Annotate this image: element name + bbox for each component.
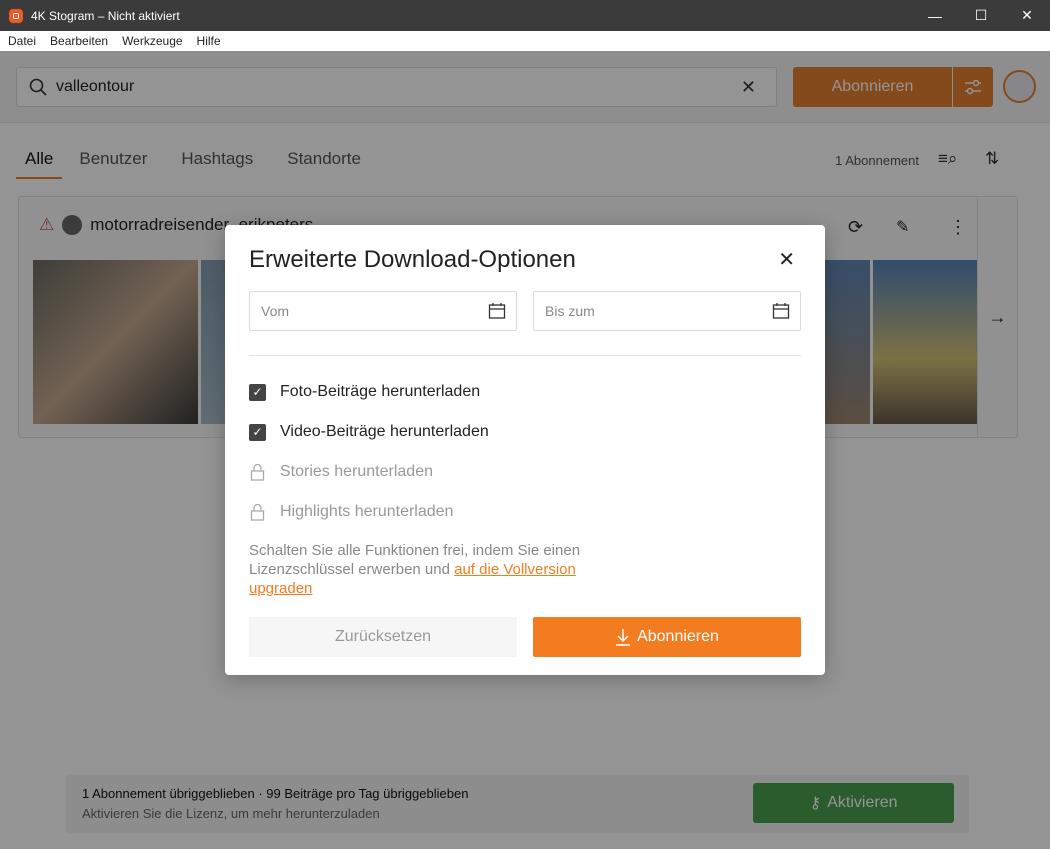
subscribe-button[interactable]: Abonnieren	[793, 67, 952, 107]
date-to-input[interactable]: Bis zum	[533, 291, 801, 331]
menu-datei[interactable]: Datei	[8, 34, 36, 48]
tab-benutzer[interactable]: Benutzer	[70, 149, 164, 179]
filter-tabs: Alle Benutzer Hashtags Standorte	[16, 149, 386, 179]
option-label: Foto-Beiträge herunterladen	[280, 383, 481, 400]
license-footer: 1 Abonnement übriggeblieben · 99 Beiträg…	[66, 775, 969, 833]
tab-hashtags[interactable]: Hashtags	[172, 149, 270, 179]
activate-button[interactable]: ⚷ Aktivieren	[753, 783, 954, 823]
top-bar: valleontour ✕ Abonnieren	[0, 51, 1050, 123]
filter-settings-button[interactable]	[953, 67, 993, 107]
search-input[interactable]: valleontour ✕	[16, 67, 777, 107]
option-label: Video-Beiträge herunterladen	[280, 423, 489, 440]
close-window-button[interactable]: ✕	[1004, 0, 1050, 31]
lock-icon	[250, 463, 265, 481]
reset-button[interactable]: Zurücksetzen	[249, 617, 517, 657]
search-list-icon[interactable]: ≡⌕	[938, 149, 957, 169]
minimize-button[interactable]: —	[912, 0, 958, 31]
close-dialog-button[interactable]: ✕	[778, 247, 795, 272]
tab-alle[interactable]: Alle	[16, 149, 63, 179]
search-icon	[29, 78, 47, 96]
option-photos[interactable]: ✓ Foto-Beiträge herunterladen	[249, 383, 480, 401]
title-bar: 4K Stogram – Nicht aktiviert — ☐ ✕	[0, 0, 1050, 31]
warning-icon: ⚠	[39, 215, 55, 234]
sort-icon[interactable]: ⇅	[985, 149, 999, 169]
thumbnail[interactable]	[873, 260, 978, 424]
menu-bar: Datei Bearbeiten Werkzeuge Hilfe	[0, 31, 1050, 51]
account-avatar[interactable]	[1003, 70, 1036, 103]
menu-hilfe[interactable]: Hilfe	[197, 34, 221, 48]
next-arrow-icon[interactable]: →	[977, 197, 1017, 437]
search-value: valleontour	[56, 78, 135, 95]
tab-standorte[interactable]: Standorte	[278, 149, 378, 179]
user-avatar	[62, 215, 83, 235]
checkbox-checked-icon[interactable]: ✓	[249, 423, 266, 441]
dialog-title: Erweiterte Download-Optionen	[249, 246, 576, 273]
pin-icon[interactable]: ✎	[896, 217, 909, 237]
activate-hint: Aktivieren Sie die Lizenz, um mehr herun…	[82, 806, 380, 821]
option-label: Highlights herunterladen	[280, 503, 454, 520]
option-stories: Stories herunterladen	[249, 463, 433, 481]
menu-bearbeiten[interactable]: Bearbeiten	[50, 34, 108, 48]
app-logo-icon	[9, 8, 23, 23]
more-icon[interactable]: ⋮	[949, 217, 967, 238]
checkbox-checked-icon[interactable]: ✓	[249, 383, 266, 401]
option-videos[interactable]: ✓ Video-Beiträge herunterladen	[249, 423, 489, 441]
menu-werkzeuge[interactable]: Werkzeuge	[122, 34, 182, 48]
maximize-button[interactable]: ☐	[958, 0, 1004, 31]
date-from-input[interactable]: Vom	[249, 291, 517, 331]
option-highlights: Highlights herunterladen	[249, 503, 453, 521]
calendar-icon[interactable]	[488, 302, 506, 320]
window-title: 4K Stogram – Nicht aktiviert	[31, 8, 180, 23]
dialog-subscribe-label: Abonnieren	[637, 628, 719, 645]
download-icon	[616, 629, 631, 646]
remaining-info: 1 Abonnement übriggeblieben · 99 Beiträg…	[82, 786, 469, 801]
key-icon: ⚷	[809, 795, 822, 812]
dialog-subscribe-button[interactable]: Abonnieren	[533, 617, 801, 657]
clear-search-button[interactable]: ✕	[741, 77, 756, 98]
activate-label: Aktivieren	[827, 794, 898, 811]
subscription-count: 1 Abonnement	[835, 153, 919, 168]
refresh-icon[interactable]: ⟳	[848, 217, 863, 238]
calendar-icon[interactable]	[772, 302, 790, 320]
option-label: Stories herunterladen	[280, 463, 433, 480]
date-to-placeholder: Bis zum	[545, 303, 595, 319]
thumbnail[interactable]	[33, 260, 198, 424]
upgrade-note: Schalten Sie alle Funktionen frei, indem…	[249, 541, 619, 598]
divider	[249, 355, 801, 356]
download-options-dialog: Erweiterte Download-Optionen ✕ Vom Bis z…	[225, 225, 825, 675]
lock-icon	[250, 503, 265, 521]
date-from-placeholder: Vom	[261, 303, 290, 319]
sliders-icon	[965, 79, 981, 95]
